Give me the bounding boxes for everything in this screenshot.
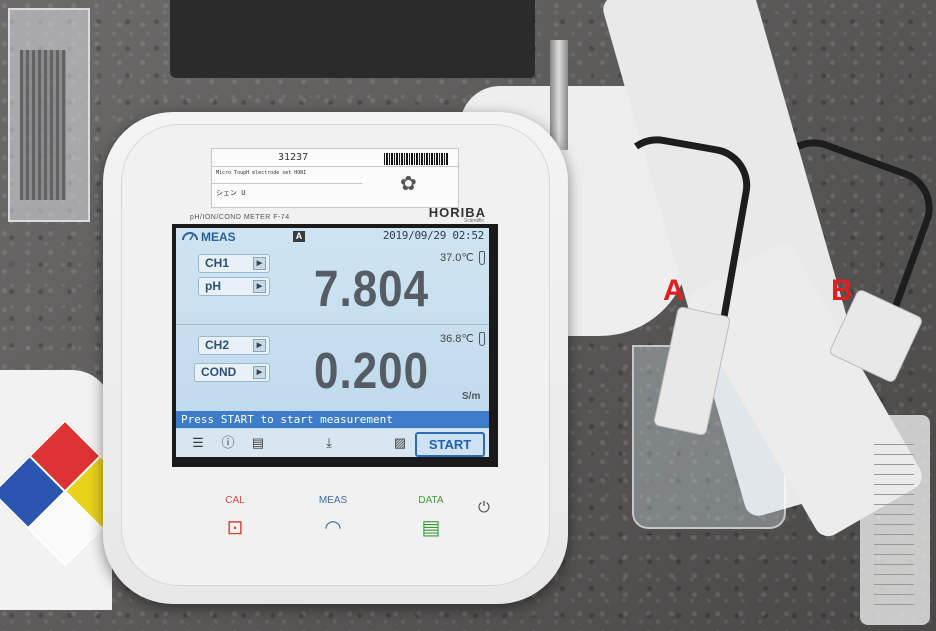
cal-key[interactable]: CAL ⊡ <box>205 495 265 539</box>
tube-graduations <box>874 435 914 605</box>
thermometer-icon <box>479 251 485 265</box>
lcd-display[interactable]: MEAS A 2019/09/29 02:52 CH1 ▶ pH ▶ 37.0℃… <box>176 228 489 457</box>
temp-2: 36.8℃ <box>440 333 474 345</box>
sticker-id: 31237 <box>278 152 309 163</box>
date-time: 2019/09/29 02:52 <box>382 229 484 242</box>
ph-cond-meter: 31237 Micro ToupH electrode set HORI シェン… <box>103 112 568 604</box>
play-icon: ▶ <box>253 339 266 352</box>
photo-scene: A B 31237 Micro ToupH electrode set HORI… <box>0 0 936 631</box>
channel-2-button[interactable]: CH2 ▶ <box>198 336 270 355</box>
screen-toolbar: ☰ ⓘ ▤ ⤓ ▨ START <box>176 429 489 457</box>
status-header: MEAS A 2019/09/29 02:52 <box>176 228 489 246</box>
sticker-divider <box>212 166 458 167</box>
background-monitor <box>170 0 535 78</box>
barcode <box>384 153 448 165</box>
play-icon: ▶ <box>253 366 266 379</box>
mode-badge: A <box>293 231 305 242</box>
gauge-icon: ◠ <box>324 517 342 539</box>
play-icon: ▶ <box>253 257 266 270</box>
marker-a: A <box>663 274 685 307</box>
param-1-label: pH <box>205 279 221 293</box>
start-button[interactable]: START <box>415 432 485 457</box>
param-2-button[interactable]: COND ▶ <box>194 363 270 382</box>
list-icon[interactable]: ☰ <box>190 436 206 450</box>
stamp-icon: ✿ <box>400 173 417 195</box>
status-message: Press START to start measurement <box>176 411 489 428</box>
param-1-button[interactable]: pH ▶ <box>198 277 270 296</box>
value-1: 7.804 <box>314 261 430 318</box>
channel-divider <box>176 324 489 325</box>
acrylic-box <box>8 8 90 222</box>
param-2-label: COND <box>201 365 237 379</box>
sticker-line-2: シェン U <box>216 189 246 197</box>
channel-1-button[interactable]: CH1 ▶ <box>198 254 270 273</box>
data-key[interactable]: DATA ▤ <box>401 495 461 539</box>
meas-key-label: MEAS <box>318 495 348 506</box>
meas-key[interactable]: MEAS ◠ <box>303 495 363 539</box>
channel-2-label: CH2 <box>205 338 230 352</box>
channel-1-label: CH1 <box>205 256 230 270</box>
cal-key-label: CAL <box>225 495 245 506</box>
book-icon[interactable]: ▤ <box>250 436 266 450</box>
thermometer-icon <box>479 332 485 346</box>
touchscreen-bezel: MEAS A 2019/09/29 02:52 CH1 ▶ pH ▶ 37.0℃… <box>172 224 498 467</box>
marker-b: B <box>831 274 853 307</box>
gauge-icon <box>182 232 198 241</box>
value-2: 0.200 <box>314 343 430 400</box>
download-icon[interactable]: ⤓ <box>321 436 337 450</box>
info-icon[interactable]: ⓘ <box>220 436 236 450</box>
document-icon: ▤ <box>421 517 441 539</box>
mode-label: MEAS <box>201 230 236 244</box>
power-icon[interactable]: ⏻ <box>478 499 490 516</box>
play-icon: ▶ <box>253 280 266 293</box>
centrifuge-tube <box>860 415 930 625</box>
box-label <box>20 50 66 200</box>
sticker-divider <box>212 183 362 184</box>
temp-1: 37.0℃ <box>440 252 474 264</box>
stand-rod <box>550 40 568 150</box>
graph-icon[interactable]: ▨ <box>392 436 408 450</box>
sticker-line-1: Micro ToupH electrode set HORI <box>216 170 307 176</box>
asset-sticker: 31237 Micro ToupH electrode set HORI シェン… <box>211 148 459 208</box>
flask-icon: ⊡ <box>226 517 244 539</box>
data-key-label: DATA <box>418 495 444 506</box>
model-name: pH/ION/COND METER F-74 <box>190 214 290 221</box>
value-2-unit: S/m <box>462 391 481 402</box>
